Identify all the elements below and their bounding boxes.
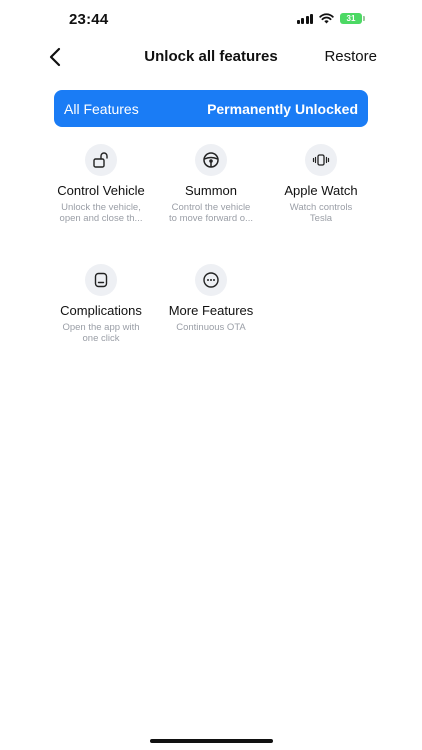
home-indicator[interactable] bbox=[150, 739, 273, 743]
battery-level: 31 bbox=[346, 14, 356, 23]
feature-title: Apple Watch bbox=[284, 183, 358, 198]
more-icon bbox=[195, 264, 227, 296]
feature-control-vehicle[interactable]: Control Vehicle Unlock the vehicle, open … bbox=[46, 144, 156, 224]
feature-apple-watch[interactable]: Apple Watch Watch controls Tesla bbox=[266, 144, 376, 224]
feature-title: Summon bbox=[184, 183, 238, 198]
wifi-icon bbox=[319, 13, 334, 24]
watch-vibrate-icon bbox=[305, 144, 337, 176]
banner-label: All Features bbox=[64, 101, 139, 117]
feature-description: Open the app with one click bbox=[62, 322, 140, 344]
status-bar: 23:44 31 bbox=[0, 0, 422, 40]
feature-title: More Features bbox=[168, 303, 254, 318]
restore-button[interactable]: Restore bbox=[324, 48, 377, 65]
cellular-signal-icon bbox=[296, 13, 313, 24]
feature-title: Complications bbox=[60, 303, 142, 318]
unlock-icon bbox=[85, 144, 117, 176]
banner-status: Permanently Unlocked bbox=[207, 101, 358, 117]
status-time: 23:44 bbox=[69, 11, 109, 28]
complication-icon bbox=[85, 264, 117, 296]
feature-summon[interactable]: Summon Control the vehicle to move forwar… bbox=[156, 144, 266, 224]
battery-icon: 31 bbox=[340, 13, 365, 24]
status-icons: 31 bbox=[296, 13, 365, 24]
unlock-banner[interactable]: All Features Permanently Unlocked bbox=[54, 90, 368, 127]
steering-wheel-icon bbox=[195, 144, 227, 176]
feature-more-features[interactable]: More Features Continuous OTA bbox=[156, 264, 266, 333]
feature-description: Watch controls Tesla bbox=[289, 202, 353, 224]
feature-description: Control the vehicle to move forward o... bbox=[169, 202, 253, 224]
feature-complications[interactable]: Complications Open the app with one click bbox=[46, 264, 156, 344]
feature-description: Unlock the vehicle, open and close th... bbox=[59, 202, 143, 224]
feature-title: Control Vehicle bbox=[57, 183, 145, 198]
nav-bar: Unlock all features Restore bbox=[0, 36, 422, 76]
feature-description: Continuous OTA bbox=[176, 322, 246, 333]
